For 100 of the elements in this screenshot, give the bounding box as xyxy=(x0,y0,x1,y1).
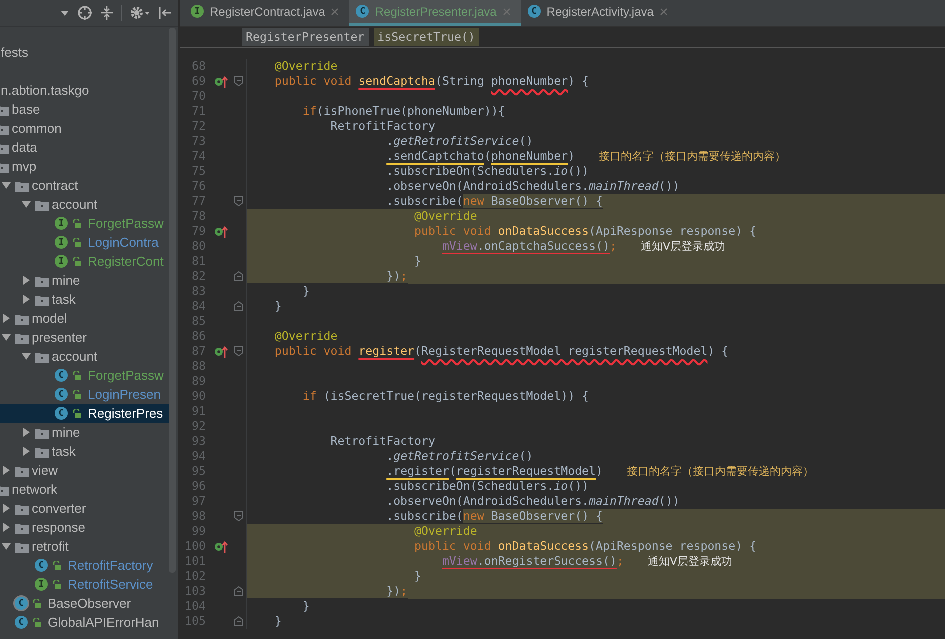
tree-item[interactable]: mine xyxy=(52,424,80,441)
lock-icon xyxy=(72,408,81,418)
collapsed-arrow-icon[interactable] xyxy=(2,466,11,475)
class-icon: C xyxy=(356,5,370,18)
tree-item[interactable]: data xyxy=(12,139,38,156)
breadcrumb-item[interactable]: RegisterPresenter xyxy=(242,28,369,46)
collapsed-arrow-icon[interactable] xyxy=(22,428,31,437)
tree-item[interactable]: LoginContra xyxy=(88,234,159,251)
tree-item[interactable]: mine xyxy=(52,272,80,289)
tree-item[interactable]: common xyxy=(12,120,62,137)
expanded-arrow-icon[interactable] xyxy=(2,181,11,190)
code-line: }); xyxy=(247,269,408,284)
fold-icon[interactable] xyxy=(234,616,244,627)
tree-item[interactable]: retrofit xyxy=(32,538,69,555)
collapsed-arrow-icon[interactable] xyxy=(2,314,11,323)
lock-icon xyxy=(72,256,81,266)
lock-icon xyxy=(72,238,81,248)
collapse-all-icon[interactable] xyxy=(100,5,114,21)
line-number: 88 xyxy=(191,359,206,374)
implements-marker-icon[interactable] xyxy=(214,344,228,358)
tree-item[interactable]: account xyxy=(52,348,98,365)
tree-item[interactable]: n.abtion.taskgo xyxy=(1,82,90,99)
line-number: 71 xyxy=(191,104,206,119)
collapsed-arrow-icon[interactable] xyxy=(22,295,31,304)
tree-item[interactable]: RetrofitService xyxy=(68,576,154,593)
collapsed-arrow-icon[interactable] xyxy=(22,276,31,285)
tree-item[interactable]: converter xyxy=(32,500,86,517)
annotation-note: 通知V层登录成功 xyxy=(640,239,726,254)
line-number: 101 xyxy=(184,554,206,569)
tree-item[interactable]: RegisterCont xyxy=(88,253,164,270)
collapsed-arrow-icon[interactable] xyxy=(2,523,11,532)
code-line: } xyxy=(414,254,422,269)
tree-item[interactable]: response xyxy=(32,519,86,536)
code-line: RetrofitFactory xyxy=(330,434,436,449)
editor-tab[interactable]: C RegisterActivity.java xyxy=(520,0,678,26)
lock-icon xyxy=(32,598,41,608)
target-icon[interactable] xyxy=(77,5,93,21)
fold-icon[interactable] xyxy=(234,196,244,207)
line-number: 68 xyxy=(191,59,206,74)
tree-item[interactable]: view xyxy=(32,462,58,479)
line-number: 86 xyxy=(191,329,206,344)
tree-item[interactable]: RetrofitFactory xyxy=(68,557,154,574)
expanded-arrow-icon[interactable] xyxy=(22,352,31,361)
tree-item[interactable]: GlobalAPIErrorHan xyxy=(48,614,160,631)
fold-icon[interactable] xyxy=(234,346,244,357)
tree-item[interactable]: ForgetPassw xyxy=(88,367,164,384)
expanded-arrow-icon[interactable] xyxy=(2,542,11,551)
lock-icon xyxy=(32,618,41,628)
code-line: } xyxy=(274,614,282,629)
expanded-arrow-icon[interactable] xyxy=(22,200,31,209)
code-line: } xyxy=(274,299,282,314)
tree-item[interactable]: presenter xyxy=(32,329,87,346)
editor-tab[interactable]: I RegisterContract.java xyxy=(184,0,350,26)
fold-icon[interactable] xyxy=(234,271,244,282)
line-number: 97 xyxy=(191,494,206,509)
tree-item[interactable]: base xyxy=(12,101,40,118)
line-number: 92 xyxy=(191,419,206,434)
fold-icon[interactable] xyxy=(234,586,244,597)
line-number: 76 xyxy=(191,179,206,194)
line-number: 80 xyxy=(191,239,206,254)
line-number: 105 xyxy=(184,614,206,629)
implements-marker-icon[interactable] xyxy=(214,540,228,554)
fold-icon[interactable] xyxy=(234,76,244,87)
line-number: 98 xyxy=(191,509,206,524)
tree-item[interactable]: ForgetPassw xyxy=(88,215,164,232)
implements-marker-icon[interactable] xyxy=(214,74,228,88)
line-number: 82 xyxy=(191,269,206,284)
tree-item[interactable]: fests xyxy=(1,44,28,61)
code-line: public void onDataSuccess(ApiResponse response) { xyxy=(414,539,757,554)
collapsed-arrow-icon[interactable] xyxy=(2,504,11,513)
tree-item[interactable]: account xyxy=(52,196,98,213)
code-line: .getRetrofitService() xyxy=(386,134,534,149)
collapsed-arrow-icon[interactable] xyxy=(22,447,31,456)
tree-item[interactable]: mvp xyxy=(12,158,37,175)
tree-item[interactable]: contract xyxy=(32,177,78,194)
tree-item[interactable]: task xyxy=(52,291,76,308)
breadcrumb-item[interactable]: isSecretTrue() xyxy=(374,28,480,46)
code-line: .sendCaptchato(phoneNumber) xyxy=(386,149,576,164)
tree-item[interactable]: task xyxy=(52,443,76,460)
line-number: 83 xyxy=(191,284,206,299)
tree-item[interactable]: LoginPresen xyxy=(88,386,161,403)
fold-icon[interactable] xyxy=(234,301,244,312)
line-number: 77 xyxy=(191,194,206,209)
fold-icon[interactable] xyxy=(234,511,244,522)
caret-down-icon[interactable] xyxy=(60,9,70,17)
tree-item[interactable]: model xyxy=(32,310,68,327)
hide-panel-icon[interactable] xyxy=(158,5,172,21)
tree-row-highlight[interactable]: C RegisterPres xyxy=(0,404,169,423)
scrollbar-thumb[interactable] xyxy=(169,28,176,573)
tree-item[interactable]: BaseObserver xyxy=(48,595,132,612)
settings-icon[interactable] xyxy=(129,5,151,21)
tree-item[interactable]: network xyxy=(12,481,58,498)
class-icon: C xyxy=(15,616,28,629)
expanded-arrow-icon[interactable] xyxy=(2,333,11,342)
interface-icon: I xyxy=(35,578,48,591)
implements-marker-icon[interactable] xyxy=(214,224,228,238)
tree-item[interactable]: RegisterPres xyxy=(88,405,164,422)
code-line: .register(registerRequestModel) xyxy=(386,464,604,479)
editor-tab[interactable]: C RegisterPresenter.java xyxy=(349,0,521,26)
folder-icon xyxy=(35,446,49,458)
